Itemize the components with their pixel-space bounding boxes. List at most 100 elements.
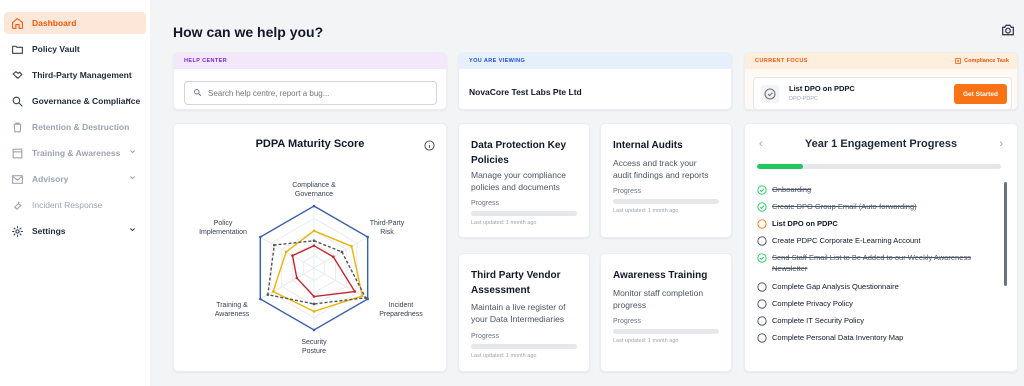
module-card-internal-audits[interactable]: Internal Audits Access and track your aud… (600, 123, 732, 238)
sidebar: Dashboard Policy Vault Third-Party Manag… (0, 0, 150, 386)
sidebar-item-label: Settings (32, 226, 66, 236)
task-label: Create DPO Group Email (Auto-forwarding) (772, 202, 917, 211)
camera-icon[interactable] (1000, 22, 1016, 43)
check-circle-icon (757, 201, 767, 212)
engagement-progress-bar (757, 164, 1001, 169)
module-title: Data Protection Key Policies (471, 140, 567, 166)
card-tag: CURRENT FOCUS Compliance Task (745, 53, 1017, 69)
progress-label: Progress (613, 318, 642, 325)
task-item[interactable]: List DPO on PDPC (757, 218, 997, 229)
radar-point (332, 255, 335, 259)
task-item[interactable]: Complete Privacy Policy (757, 298, 997, 309)
search-icon (193, 88, 202, 99)
radar-axis-label: Compliance & (292, 182, 336, 189)
radar-point (291, 254, 294, 257)
radar-point (259, 297, 262, 301)
task-item[interactable]: Complete Personal Data Inventory Map (757, 332, 997, 343)
search-input[interactable] (208, 88, 428, 98)
module-card-awareness-training[interactable]: Awareness Training Monitor staff complet… (600, 253, 732, 372)
scrollbar[interactable] (1004, 182, 1007, 286)
check-circle-icon (757, 252, 767, 263)
empty-circle-icon (757, 332, 767, 343)
task-item[interactable]: Create DPO Group Email (Auto-forwarding) (757, 201, 997, 212)
sidebar-item-label: Training & Awareness (32, 148, 121, 158)
progress-label: Progress (471, 200, 500, 207)
module-card-key-policies[interactable]: Data Protection Key Policies Manage your … (458, 123, 590, 238)
help-center-card: HELP CENTER (173, 52, 447, 110)
radar-point (312, 310, 316, 313)
module-card-vendor-assessment[interactable]: Third Party Vendor Assessment Maintain a … (458, 253, 590, 372)
radar-point (312, 204, 316, 208)
radar-point (361, 294, 364, 298)
engagement-title: Year 1 Engagement Progress (804, 138, 958, 150)
radar-point (271, 290, 275, 293)
radar-point (295, 276, 299, 280)
radar-point (366, 235, 369, 239)
handshake-icon (10, 68, 24, 82)
home-icon (10, 16, 24, 30)
chevron-down-icon (125, 95, 132, 105)
trash-icon (10, 120, 24, 134)
empty-circle-icon (757, 235, 767, 246)
sidebar-item-label: Retention & Destruction (32, 122, 130, 132)
maturity-score-card: PDPA Maturity Score Compliance & Governan… (173, 123, 447, 372)
task-item[interactable]: Onboarding (757, 184, 997, 195)
card-tag: YOU ARE VIEWING (459, 53, 731, 69)
module-title: Awareness Training (613, 270, 708, 281)
radar-point (350, 245, 353, 248)
sidebar-item-incident[interactable]: Incident Response (4, 194, 146, 216)
current-circle-icon (757, 218, 767, 229)
task-item[interactable]: Complete IT Security Policy (757, 315, 997, 326)
last-updated: Last updated: 1 month ago (613, 208, 679, 214)
task-item[interactable]: Complete Gap Analysis Questionnaire (757, 281, 997, 292)
sidebar-item-label: Dashboard (32, 18, 77, 28)
focus-task-box: List DPO on PDPC DPO-PDPC Get Started (753, 77, 1012, 109)
mail-icon (10, 172, 24, 186)
chevron-down-icon (129, 147, 136, 157)
sidebar-item-settings[interactable]: Settings (4, 220, 146, 242)
search-box[interactable] (184, 81, 437, 105)
task-item[interactable]: Send Staff Email List to Be Added to our… (757, 252, 997, 274)
engagement-progress-fill (757, 164, 804, 169)
sidebar-item-advisory[interactable]: Advisory (4, 168, 146, 190)
module-description: Monitor staff completion progress (613, 288, 704, 310)
module-title: Third Party Vendor Assessment (471, 270, 561, 296)
module-description: Manage your compliance policies and docum… (471, 170, 566, 192)
radar-axis-label: Training & (216, 302, 248, 309)
sidebar-item-training[interactable]: Training & Awareness (4, 142, 146, 164)
module-description: Maintain a live register of your Data Int… (471, 302, 566, 324)
book-icon (10, 146, 24, 160)
get-started-button[interactable]: Get Started (954, 84, 1007, 104)
task-label: Complete Gap Analysis Questionnaire (772, 282, 899, 291)
task-label: Send Staff Email List to Be Added to our… (772, 253, 971, 273)
empty-circle-icon (757, 315, 767, 326)
last-updated: Last updated: 1 month ago (471, 353, 537, 359)
sidebar-item-label: Advisory (32, 174, 69, 184)
search-icon (10, 94, 24, 108)
viewing-card: YOU ARE VIEWING NovaCore Test Labs Pte L… (458, 52, 732, 110)
sidebar-item-third-party[interactable]: Third-Party Management (4, 64, 146, 86)
radar-point (353, 290, 357, 293)
radar-axis-label: Incident (389, 302, 414, 309)
radar-point (266, 293, 270, 296)
shield-check-icon (760, 84, 780, 109)
page-title: How can we help you? (173, 24, 324, 40)
gear-icon (10, 224, 24, 238)
task-label: Create PDPC Corporate E-Learning Account (772, 236, 921, 245)
radar-point (312, 295, 316, 298)
radar-series-1 (272, 230, 364, 313)
sidebar-item-governance[interactable]: Governance & Compliance (4, 90, 146, 112)
sidebar-item-dashboard[interactable]: Dashboard (4, 12, 146, 34)
focus-task-title: List DPO on PDPC (789, 84, 855, 93)
card-tag: HELP CENTER (174, 53, 446, 69)
task-label: Complete Personal Data Inventory Map (772, 333, 904, 342)
progress-bar (471, 344, 577, 349)
radar-axis-label: Third-Party (370, 220, 405, 227)
radar-point (312, 328, 316, 332)
sidebar-item-policy-vault[interactable]: Policy Vault (4, 38, 146, 60)
sidebar-item-retention[interactable]: Retention & Destruction (4, 116, 146, 138)
chevron-right-icon[interactable]: › (999, 138, 1003, 150)
task-item[interactable]: Create PDPC Corporate E-Learning Account (757, 235, 997, 246)
radar-point (284, 250, 288, 254)
task-type-badge: Compliance Task (955, 58, 1009, 64)
